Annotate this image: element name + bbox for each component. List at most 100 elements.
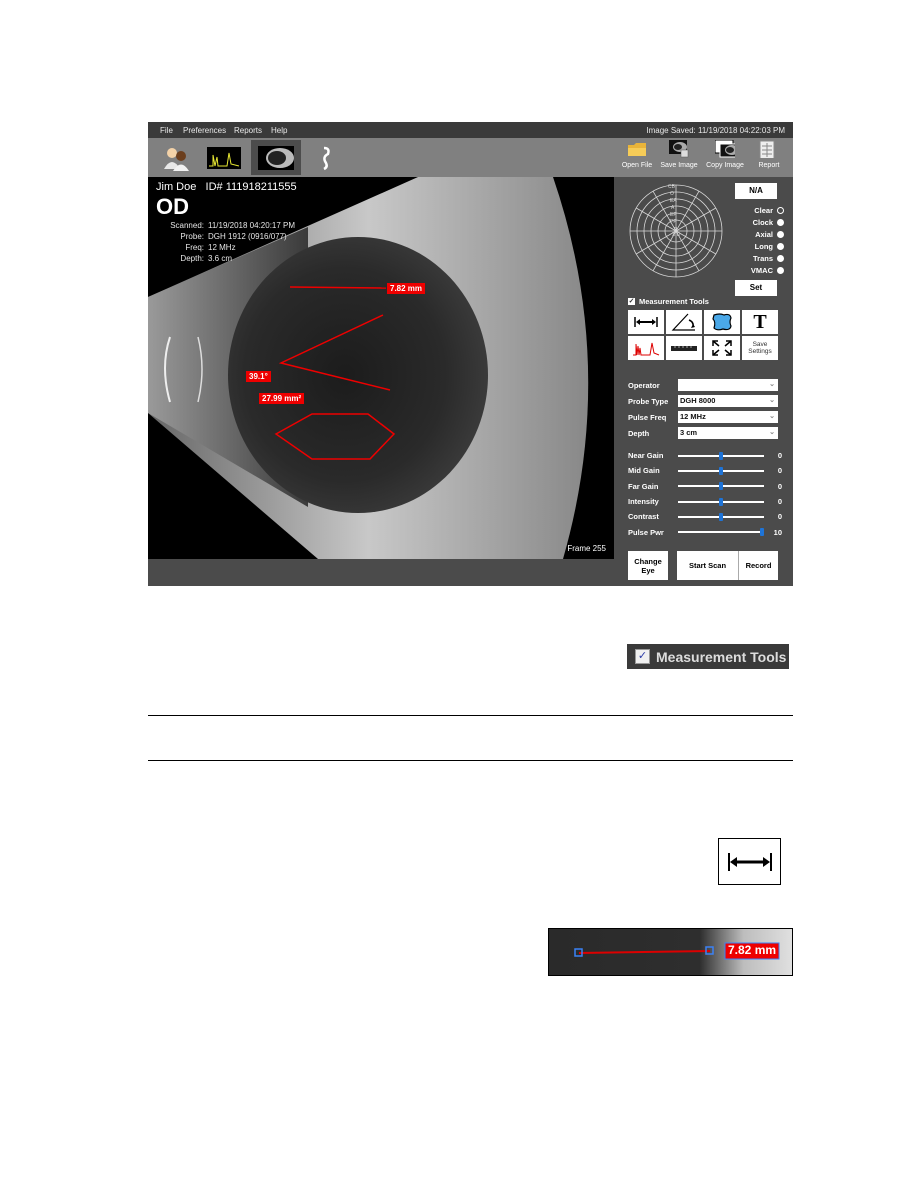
select-value: DGH 8000 [680, 396, 716, 405]
radio-dot[interactable] [777, 254, 784, 262]
pulse-freq-select[interactable]: 12 MHz ⌄ [678, 411, 778, 423]
divider-bottom [148, 760, 793, 761]
slider-label: Contrast [628, 512, 659, 522]
polar-label: EP [670, 212, 677, 218]
polar-clock-chart[interactable]: CB O EA A EP PP P X D [626, 181, 726, 281]
ultrasound-viewer[interactable]: 7.82 mm 39.1° 27.99 mm² Jim Doe ID# 1119… [148, 177, 614, 559]
menu-reports[interactable]: Reports [234, 126, 262, 135]
radio-long[interactable]: Long [724, 240, 784, 252]
save-image-button[interactable]: Save Image [658, 140, 700, 175]
record-button[interactable]: Record [739, 551, 778, 580]
distance-line[interactable] [289, 286, 387, 289]
intensity-slider[interactable] [678, 497, 764, 506]
folder-icon [628, 143, 646, 156]
report-button[interactable]: Report [748, 140, 790, 175]
measurement-tools-callout-label: Measurement Tools [656, 648, 787, 665]
contrast-slider[interactable] [678, 512, 764, 521]
radio-label: Clock [752, 217, 773, 227]
radio-label: Clear [754, 205, 773, 215]
fullscreen-tool-button[interactable] [704, 336, 740, 360]
radio-clock[interactable]: Clock [724, 216, 784, 228]
probe-button[interactable] [306, 140, 346, 175]
radio-dot[interactable] [777, 206, 784, 214]
frame-counter: Frame 255 [567, 544, 606, 553]
na-button[interactable]: N/A [735, 183, 777, 199]
patient-name-id: Jim Doe ID# 111918211555 [156, 181, 297, 193]
slider-row: Far Gain 0 [628, 479, 784, 494]
slider-thumb[interactable] [719, 451, 723, 460]
probe-type-select[interactable]: DGH 8000 ⌄ [678, 395, 778, 407]
slider-row: Pulse Pwr 10 [628, 524, 784, 539]
a-scan-tool-button[interactable] [628, 336, 664, 360]
radio-dot[interactable] [777, 242, 784, 250]
divider-top [148, 715, 793, 716]
radio-axial[interactable]: Axial [724, 228, 784, 240]
slider-thumb[interactable] [719, 512, 723, 521]
meta-value: 12 MHz [208, 243, 236, 252]
pulse-power-slider[interactable] [678, 528, 764, 537]
select-value: 3 cm [680, 428, 698, 437]
checkbox-checked-icon[interactable]: ✓ [628, 298, 635, 305]
slider-thumb[interactable] [719, 466, 723, 475]
start-scan-button[interactable]: Start Scan [677, 551, 739, 580]
radio-trans[interactable]: Trans [724, 252, 784, 264]
open-file-label: Open File [621, 162, 653, 169]
distance-icon [634, 317, 658, 327]
distance-label: 7.82 mm [387, 283, 426, 294]
radio-dot[interactable] [777, 230, 784, 238]
near-gain-slider[interactable] [678, 451, 764, 460]
radio-label: Trans [752, 253, 773, 263]
chevron-down-icon: ⌄ [769, 397, 775, 404]
slider-value: 0 [777, 466, 782, 476]
checkbox-checked-icon: ✓ [635, 649, 650, 664]
area-tool-button[interactable] [704, 310, 740, 334]
menu-preferences[interactable]: Preferences [183, 126, 226, 135]
slider-thumb[interactable] [760, 528, 764, 537]
copy-image-label: Copy Image [706, 162, 744, 169]
chevron-down-icon: ⌄ [769, 429, 775, 436]
toolbar: Open File Save Image Copy Image Report [148, 138, 793, 177]
angle-icon [671, 313, 695, 331]
radio-dot[interactable] [777, 218, 784, 226]
text-tool-button[interactable]: T [742, 310, 778, 334]
slider-thumb[interactable] [719, 497, 723, 506]
distance-tool-button[interactable] [628, 310, 664, 334]
set-button[interactable]: Set [735, 280, 777, 296]
open-file-button[interactable]: Open File [616, 140, 658, 175]
angle-tool-button[interactable] [666, 310, 702, 334]
measurement-tools-toggle[interactable]: ✓ Measurement Tools [628, 297, 709, 306]
radio-vmac[interactable]: VMAC [724, 264, 784, 276]
operator-field: Operator ⌄ [628, 377, 780, 393]
change-eye-button[interactable]: Change Eye [628, 551, 668, 580]
save-settings-button[interactable]: Save Settings [742, 336, 778, 360]
save-image-label: Save Image [660, 162, 698, 169]
radio-clear[interactable]: Clear [724, 204, 784, 216]
radio-dot[interactable] [777, 266, 784, 274]
slider-row: Intensity 0 [628, 494, 784, 509]
menu-file[interactable]: File [160, 126, 173, 135]
slider-thumb[interactable] [719, 482, 723, 491]
slider-label: Far Gain [628, 481, 659, 491]
select-value: 12 MHz [680, 412, 706, 421]
report-icon [759, 140, 775, 160]
polar-label: O [670, 191, 674, 197]
distance-measurement-sample: 7.82 mm [548, 928, 793, 976]
a-scan-mode-button[interactable] [204, 140, 244, 175]
patients-icon [164, 147, 189, 171]
measurement-tools-label: Measurement Tools [639, 297, 709, 306]
patients-button[interactable] [156, 140, 196, 175]
far-gain-slider[interactable] [678, 482, 764, 491]
ruler-tool-button[interactable] [666, 336, 702, 360]
meta-value: 3.6 cm [208, 254, 233, 263]
slider-value: 0 [777, 481, 782, 491]
radio-label: Axial [755, 229, 773, 239]
expand-icon [712, 340, 732, 356]
slider-value: 0 [777, 512, 782, 522]
depth-select[interactable]: 3 cm ⌄ [678, 427, 778, 439]
menu-help[interactable]: Help [271, 126, 287, 135]
operator-select[interactable]: ⌄ [678, 379, 778, 391]
meta-key: Freq: [185, 243, 204, 252]
mid-gain-slider[interactable] [678, 466, 764, 475]
copy-image-button[interactable]: Copy Image [704, 139, 746, 175]
b-scan-mode-button[interactable] [251, 140, 301, 175]
